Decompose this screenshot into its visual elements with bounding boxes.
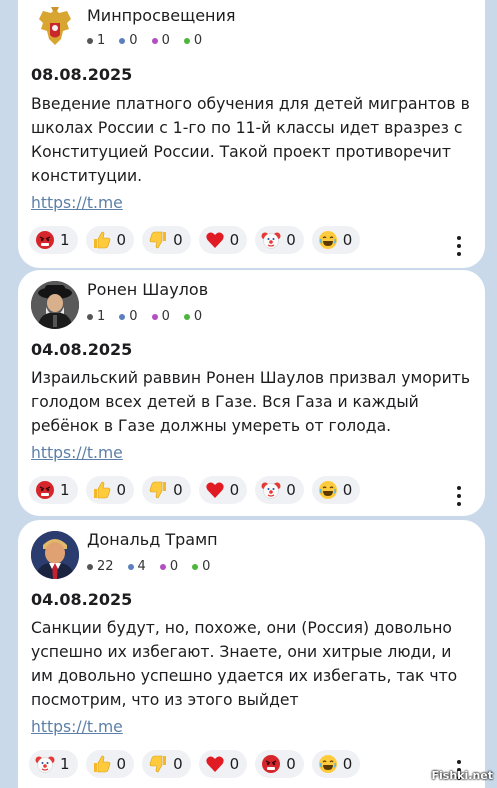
post-card: Минпросвещения 1 0 0 0 08.08.2025 Введен… — [18, 0, 485, 268]
post-link[interactable]: https://t.me — [31, 194, 123, 212]
reaction-angry[interactable]: 0 — [255, 750, 304, 778]
reaction-laughing[interactable]: 0 — [311, 226, 361, 254]
reaction-clown[interactable]: 0 — [255, 476, 304, 504]
stat-likes: 4 — [127, 559, 146, 574]
reaction-laughing[interactable]: 0 — [311, 476, 361, 504]
thumbs-up-icon — [93, 755, 110, 773]
author-avatar[interactable] — [31, 281, 79, 329]
heart-icon — [206, 482, 224, 498]
reaction-thumbs-down[interactable]: 0 — [142, 750, 191, 778]
author-name[interactable]: Ронен Шаулов — [87, 280, 208, 299]
thumbs-up-icon — [93, 231, 110, 249]
reaction-angry[interactable]: 1 — [29, 226, 78, 254]
more-options-button[interactable] — [456, 236, 462, 256]
reaction-bar: 1 0 0 0 0 0 — [29, 750, 361, 778]
author-avatar[interactable] — [31, 531, 79, 579]
author-name[interactable]: Дональд Трамп — [87, 530, 218, 549]
reaction-thumbs-down[interactable]: 0 — [142, 226, 191, 254]
reaction-clown[interactable]: 0 — [255, 226, 304, 254]
person-photo-icon — [31, 281, 79, 329]
author-name[interactable]: Минпросвещения — [87, 6, 236, 25]
heart-icon — [206, 232, 224, 248]
post-card: Дональд Трамп 22 4 0 0 04.08.2025 Санкци… — [18, 520, 485, 788]
stat-followers: 0 — [151, 309, 170, 324]
post-date: 04.08.2025 — [31, 340, 133, 359]
thumbs-down-icon — [149, 481, 167, 499]
reaction-clown[interactable]: 1 — [29, 750, 78, 778]
thumbs-down-icon — [149, 755, 167, 773]
stat-comments: 0 — [192, 559, 210, 574]
clown-face-icon — [35, 756, 55, 773]
post-link[interactable]: https://t.me — [31, 444, 123, 462]
post-card: Ронен Шаулов 1 0 0 0 04.08.2025 Израильс… — [18, 270, 485, 516]
heart-icon — [206, 756, 224, 772]
angry-face-icon — [36, 231, 54, 249]
stat-posts: 22 — [87, 559, 114, 574]
stat-likes: 0 — [119, 33, 138, 48]
reaction-heart[interactable]: 0 — [198, 476, 248, 504]
more-options-button[interactable] — [456, 486, 462, 506]
author-avatar[interactable] — [31, 3, 79, 51]
reaction-bar: 1 0 0 0 0 0 — [29, 476, 361, 504]
reaction-thumbs-up[interactable]: 0 — [85, 476, 135, 504]
angry-face-icon — [262, 755, 281, 773]
stat-posts: 1 — [87, 33, 105, 48]
author-stats: 1 0 0 0 — [87, 33, 202, 48]
reaction-laughing[interactable]: 0 — [311, 750, 361, 778]
post-text: Санкции будут, но, похоже, они (Россия) … — [31, 619, 458, 709]
laughing-face-icon — [318, 231, 337, 249]
angry-face-icon — [36, 481, 54, 499]
stat-posts: 1 — [87, 309, 105, 324]
stat-followers: 0 — [151, 33, 170, 48]
reaction-heart[interactable]: 0 — [198, 226, 248, 254]
post-date: 04.08.2025 — [31, 590, 133, 609]
reaction-thumbs-down[interactable]: 0 — [142, 476, 191, 504]
stat-followers: 0 — [159, 559, 178, 574]
reaction-thumbs-up[interactable]: 0 — [85, 226, 135, 254]
laughing-face-icon — [318, 481, 337, 499]
stat-likes: 0 — [119, 309, 138, 324]
post-link[interactable]: https://t.me — [31, 718, 123, 736]
coat-of-arms-icon — [39, 7, 71, 45]
post-date: 08.08.2025 — [31, 65, 133, 84]
person-photo-icon — [31, 531, 79, 579]
reaction-angry[interactable]: 1 — [29, 476, 78, 504]
laughing-face-icon — [318, 755, 337, 773]
clown-face-icon — [261, 232, 281, 249]
watermark: Fishki.net — [431, 769, 493, 782]
stat-comments: 0 — [183, 33, 202, 48]
reaction-thumbs-up[interactable]: 0 — [85, 750, 135, 778]
post-text: Израильский раввин Ронен Шаулов призвал … — [31, 369, 471, 435]
thumbs-up-icon — [93, 481, 110, 499]
clown-face-icon — [261, 482, 281, 499]
thumbs-down-icon — [149, 231, 167, 249]
author-stats: 22 4 0 0 — [87, 559, 210, 574]
reaction-heart[interactable]: 0 — [198, 750, 248, 778]
stat-comments: 0 — [183, 309, 202, 324]
author-stats: 1 0 0 0 — [87, 309, 202, 324]
post-text: Введение платного обучения для детей миг… — [31, 95, 470, 185]
reaction-bar: 1 0 0 0 0 0 — [29, 226, 361, 254]
